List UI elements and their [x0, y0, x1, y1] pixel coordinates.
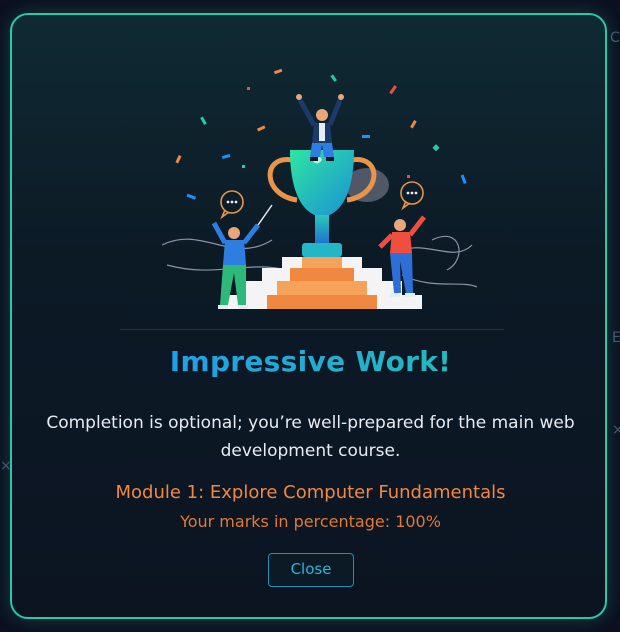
completion-message: Completion is optional; you’re well-prep…	[46, 413, 575, 461]
confetti	[460, 174, 467, 185]
trophy-celebration-illustration	[162, 68, 478, 309]
divider	[120, 329, 504, 330]
speech-bubble-icon	[400, 181, 424, 211]
marks-percentage: Your marks in percentage: 100%	[180, 512, 441, 531]
confetti	[432, 144, 440, 152]
confetti	[200, 116, 207, 125]
confetti	[256, 125, 266, 132]
completion-modal: Impressive Work! Completion is optional;…	[10, 13, 607, 619]
confetti	[330, 74, 337, 82]
confetti	[186, 193, 197, 200]
confetti	[389, 85, 397, 95]
background-fragment: E	[612, 330, 620, 346]
confetti	[362, 135, 370, 138]
decor-swirl	[431, 235, 460, 271]
confetti	[407, 175, 410, 178]
confetti	[247, 87, 250, 90]
speech-bubble-icon	[220, 190, 244, 220]
modal-title: Impressive Work!	[12, 345, 609, 378]
decor-swirl	[162, 238, 273, 250]
close-button[interactable]: Close	[268, 553, 354, 587]
trophy-icon	[267, 150, 377, 257]
confetti	[221, 153, 231, 159]
confetti	[242, 165, 245, 168]
confetti	[175, 154, 182, 164]
module-title: Module 1: Explore Computer Fundamentals	[115, 482, 506, 503]
confetti	[273, 68, 283, 75]
background-fragment: C	[610, 30, 620, 46]
background-fragment: ×	[612, 422, 620, 438]
confetti	[410, 120, 417, 129]
decor-swirl	[401, 274, 478, 288]
